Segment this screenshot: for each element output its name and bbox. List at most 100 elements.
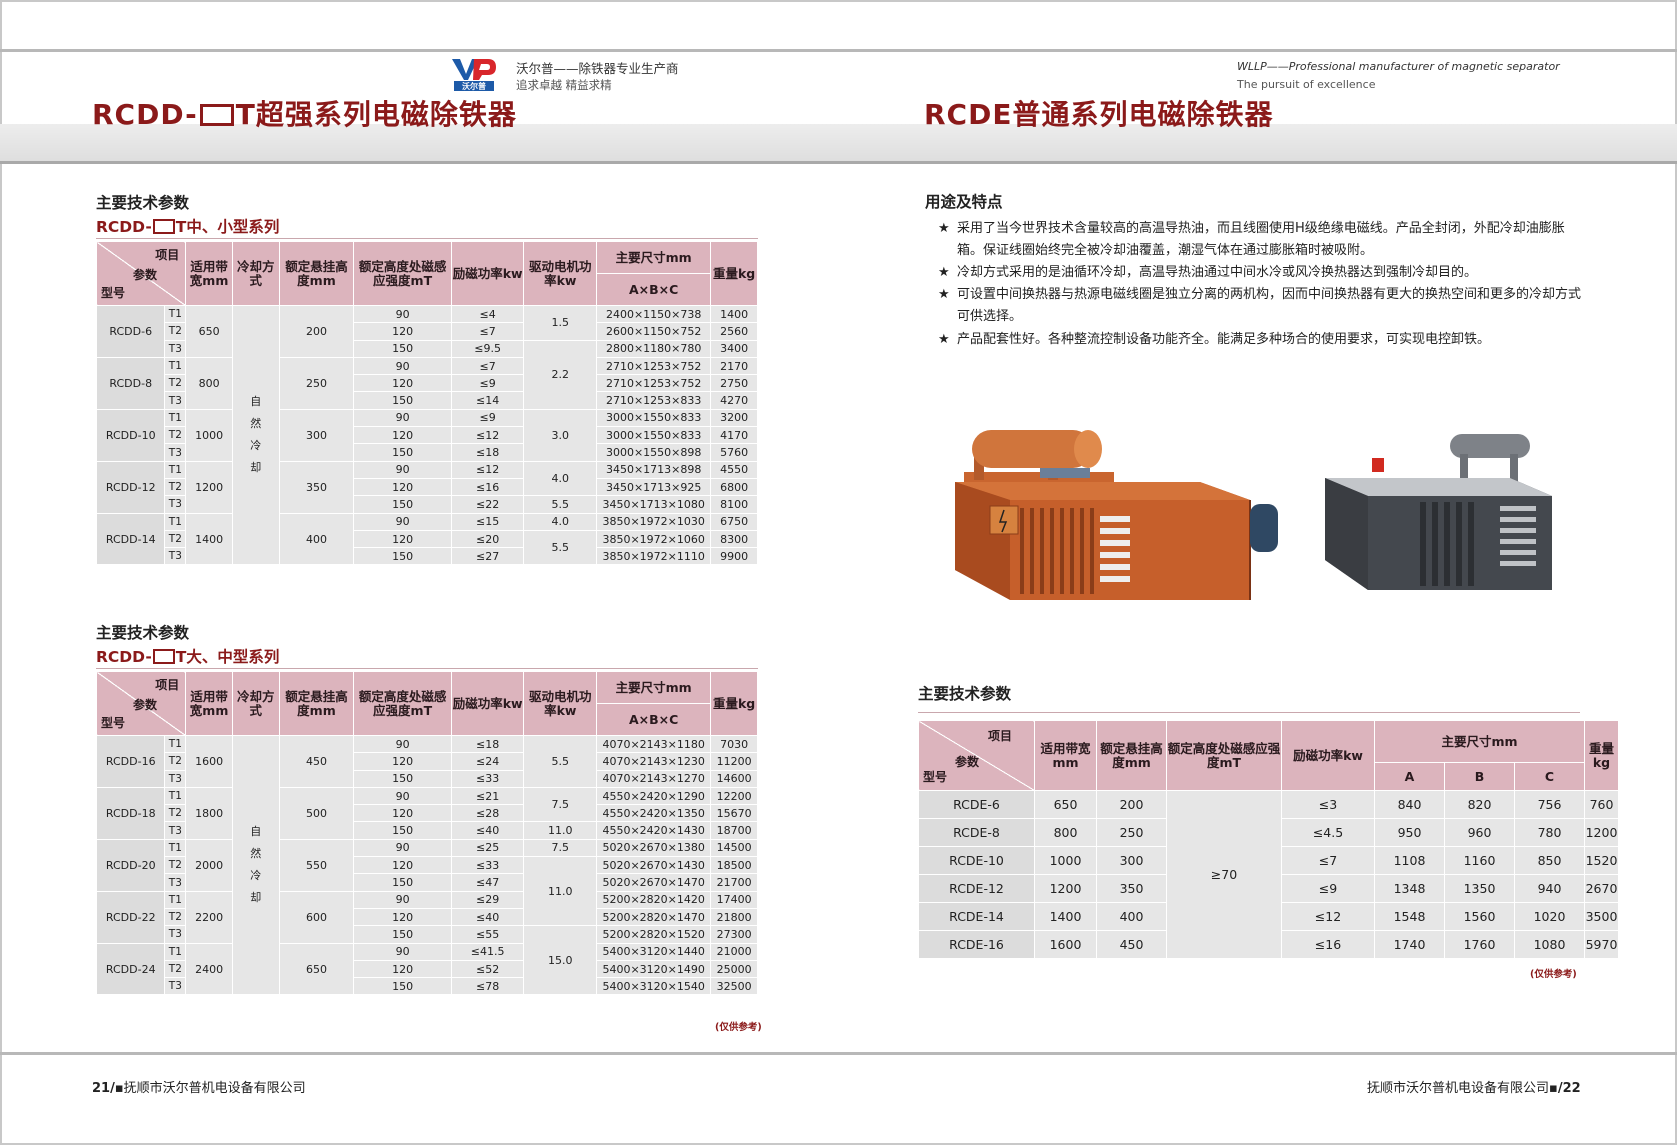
induction-cell: 90 [353,408,452,428]
section2-heading: 主要技术参数 [96,624,190,642]
power-cell: ≤25 [450,838,525,858]
star-icon: ★ [938,287,950,302]
weight-cell: 1520 [1584,846,1619,875]
dims-cell: 2800×1180×780 [596,339,712,358]
header-dims-sub: A×B×C [596,273,712,306]
model-cell: RCDD-14 [95,512,166,566]
dims-cell: 4550×2420×1350 [596,804,712,823]
dims-cell: 2710×1253×752 [596,374,712,393]
model-cell: RCDD-16 [95,735,166,788]
weight-cell: 15670 [710,804,758,823]
subtype-cell: T1 [164,734,187,754]
subtype-cell: T1 [164,786,187,806]
subtype-cell: T1 [164,512,187,531]
dim-c-cell: 780 [1514,818,1585,847]
height-cell: 450 [278,735,355,788]
footer-rule [0,1052,1677,1055]
header-dims: 主要尺寸mm [596,241,712,274]
dims-cell: 3000×1550×833 [596,408,712,428]
dim-b-cell: 1760 [1444,930,1515,959]
belt-width-cell: 1200 [1034,874,1097,903]
induction-cell: 90 [353,304,452,324]
belt-width-cell: 1200 [185,460,233,514]
height-cell: 250 [1096,818,1167,847]
dim-c-cell: 1080 [1514,930,1585,959]
section1-heading: 主要技术参数 [96,194,190,212]
induction-cell: 150 [353,495,452,514]
dims-cell: 5200×2820×1420 [596,890,712,909]
dims-cell: 3850×1972×1060 [596,529,712,549]
dims-cell: 3000×1550×898 [596,443,712,462]
power-cell: ≤9 [450,408,525,428]
dim-c-cell: 756 [1514,790,1585,819]
model-cell: RCDD-10 [95,408,166,462]
power-cell: ≤4 [450,304,525,324]
induction-cell: 120 [353,529,452,549]
belt-width-cell: 1600 [1034,930,1097,959]
star-icon: ★ [938,265,950,280]
header-param: 参数 [133,698,158,712]
table-row: RCDD-6 T1 650 自然冷却 200 90 ≤4 1.5 2400×1150×738 14… [95,304,758,566]
header-param: 参数 [133,268,158,282]
motor-cell: 7.5 [523,838,598,858]
weight-cell: 8300 [710,529,758,549]
belt-width-cell: 2400 [185,942,233,996]
dims-cell: 3450×1713×925 [596,477,712,497]
power-cell: ≤29 [450,890,525,909]
subtype-cell: T2 [164,322,187,341]
subtype-cell: T3 [164,769,187,788]
height-cell: 300 [278,408,355,462]
power-cell: ≤12 [450,460,525,479]
dim-b-cell: 960 [1444,818,1515,847]
cooling-text: 自然冷却 [250,395,262,475]
motor-cell: 4.0 [523,460,598,497]
height-cell: 450 [1096,930,1167,959]
subtype-cell: T2 [164,907,187,927]
dims-cell: 2600×1150×752 [596,322,712,341]
header-belt: 适用带宽mm [1034,720,1097,791]
table-row: RCDD-14 T1 1400 400 90 ≤15 4.0 3850×1972×1030 67… [95,512,758,566]
table-row: RCDD-24 T1 2400 650 90 ≤41.5 5400×3120×1440 210… [95,942,758,996]
dims-cell: 5200×2820×1520 [596,925,712,944]
weight-cell: 21700 [710,873,758,892]
power-cell: ≤27 [450,547,525,566]
left-title-prefix: RCDD- [92,98,198,131]
power-cell: ≤20 [450,529,525,549]
belt-width-cell: 650 [185,305,233,358]
left-title-suffix: T超强系列电磁除铁器 [235,98,517,131]
power-cell: ≤16 [1281,930,1375,959]
header-motor: 驱动电机功率kw [523,241,598,306]
header-item-param-model: 项目 参数 型号 [918,720,1035,791]
header-item-param-model: 项目 参数 型号 [95,671,187,736]
dim-a-cell: 950 [1374,818,1445,847]
table3-note: (仅供参考) [1530,969,1577,980]
belt-width-cell: 800 [185,356,233,410]
header-model: 型号 [101,286,126,300]
brand-en-line1: WLLP——Professional manufacturer of magne… [1237,60,1560,73]
dim-a-cell: 1108 [1374,846,1445,875]
model-cell: RCDD-24 [95,942,166,996]
subtype-cell: T3 [164,495,187,514]
star-icon: ★ [938,332,950,347]
induction-cell: 90 [353,786,452,806]
weight-cell: 4270 [710,391,758,410]
height-cell: 400 [278,512,355,566]
weight-cell: 14600 [710,769,758,788]
brand-cn-line1: 沃尔普——除铁器专业生产商 [516,61,679,76]
dim-a-cell: 840 [1374,790,1445,819]
feature-item: ★ 可设置中间换热器与热源电磁线圈是独立分离的两机构，因而中间换热器有更大的换热空… [938,284,1588,328]
induction-cell: 90 [353,512,452,531]
height-cell: 350 [278,460,355,514]
model-cell: RCDE-16 [918,930,1035,959]
header-height: 额定悬挂高度mm [278,241,355,306]
belt-width-cell: 1400 [185,512,233,566]
header-height: 额定悬挂高度mm [278,671,355,736]
model-cell: RCDE-6 [918,790,1035,819]
weight-cell: 21800 [710,907,758,927]
header-belt: 适用带宽mm [185,241,233,306]
weight-cell: 3200 [710,408,758,428]
header-dim-c: C [1514,762,1585,791]
header-model: 型号 [101,716,126,730]
model-cell: RCDD-8 [95,356,166,410]
subtype-cell: T2 [164,959,187,979]
